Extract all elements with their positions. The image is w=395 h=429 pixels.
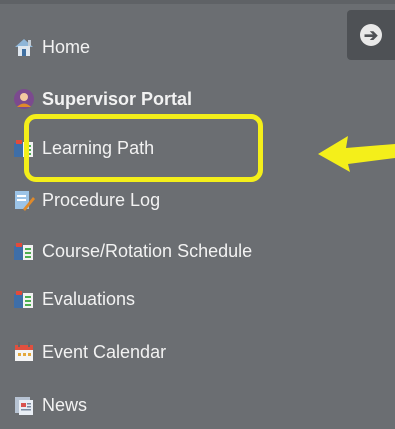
sidebar-item-procedure-log[interactable]: Procedure Log: [13, 185, 160, 215]
highlight-box: [24, 114, 263, 182]
folder-document-icon: [13, 288, 35, 310]
sidebar-item-label: News: [42, 394, 88, 415]
sidebar-item-label: Evaluations: [42, 288, 136, 309]
sidebar-item-label: Supervisor Portal: [42, 88, 193, 109]
folder-document-icon: [13, 240, 35, 262]
sidebar-item-evaluations[interactable]: Evaluations: [13, 284, 135, 314]
sidebar-item-label: Event Calendar: [42, 341, 167, 362]
sidebar-item-news[interactable]: News: [13, 390, 87, 420]
sidebar-item-home[interactable]: Home: [13, 32, 90, 62]
sidebar-item-label: Home: [42, 36, 91, 57]
sidebar-item-label: Procedure Log: [42, 189, 161, 210]
supervisor-icon: [13, 88, 35, 110]
home-icon: [13, 36, 35, 58]
sidebar-item-course-rotation-schedule[interactable]: Course/Rotation Schedule: [13, 236, 252, 266]
sidebar-item-supervisor-portal[interactable]: Supervisor Portal: [13, 84, 192, 114]
collapse-sidebar-button[interactable]: ➔: [347, 10, 395, 60]
calendar-icon: [13, 341, 35, 363]
sidebar-item-label: Course/Rotation Schedule: [42, 240, 253, 261]
notepad-pencil-icon: [13, 189, 35, 211]
arrow-left-circle-icon: ➔: [360, 24, 382, 46]
top-bar: [0, 0, 395, 4]
sidebar-item-event-calendar[interactable]: Event Calendar: [13, 337, 166, 367]
arrow-left-icon: [318, 136, 395, 172]
newspaper-icon: [13, 394, 35, 416]
